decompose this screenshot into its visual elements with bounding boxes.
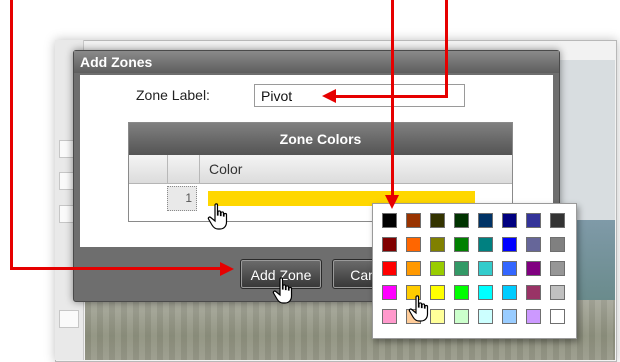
zone-label-caption: Zone Label: [136,87,210,103]
color-swatch[interactable] [406,261,421,276]
color-swatch[interactable] [454,309,469,324]
color-swatch[interactable] [430,237,445,252]
arrow-down-icon [385,195,399,209]
color-swatch[interactable] [478,285,493,300]
color-swatch[interactable] [478,237,493,252]
dialog-title[interactable]: Add Zones [74,51,559,73]
color-swatch[interactable] [454,261,469,276]
color-swatch[interactable] [526,309,541,324]
color-swatch[interactable] [382,237,397,252]
color-swatch[interactable] [550,285,565,300]
arrow-left-icon [322,89,336,103]
color-swatch[interactable] [382,213,397,228]
color-swatch[interactable] [478,309,493,324]
color-swatch[interactable] [526,237,541,252]
row-number: 1 [167,186,197,211]
color-picker-popup [372,203,577,339]
color-swatch[interactable] [382,285,397,300]
color-swatch[interactable] [478,261,493,276]
zone-colors-caption: Zone Colors [129,123,512,155]
annotation-arrow-line [391,0,394,196]
color-swatch[interactable] [502,285,517,300]
hand-pointer-icon [272,277,293,304]
color-swatch[interactable] [430,261,445,276]
color-swatch[interactable] [430,285,445,300]
color-swatch[interactable] [430,213,445,228]
annotation-arrow-line [10,0,13,269]
color-swatch[interactable] [406,237,421,252]
hand-pointer-icon [207,203,228,230]
color-column-header[interactable]: Color [209,161,242,177]
color-swatch[interactable] [550,261,565,276]
color-swatch[interactable] [502,309,517,324]
color-swatch[interactable] [502,213,517,228]
color-swatch[interactable] [550,237,565,252]
color-swatch[interactable] [550,213,565,228]
color-swatch[interactable] [526,213,541,228]
color-swatch[interactable] [454,213,469,228]
background-sidebar-box [59,310,79,328]
hand-pointer-icon [408,295,429,322]
color-swatch[interactable] [478,213,493,228]
color-swatch[interactable] [382,309,397,324]
annotation-arrow-line [445,0,448,98]
color-swatch[interactable] [502,261,517,276]
annotation-arrow-line [10,267,222,270]
color-swatch[interactable] [382,261,397,276]
color-swatch[interactable] [430,309,445,324]
color-swatch[interactable] [454,237,469,252]
arrow-right-icon [220,262,234,276]
color-swatch[interactable] [526,261,541,276]
color-swatch[interactable] [502,237,517,252]
color-swatch[interactable] [526,285,541,300]
color-swatch[interactable] [550,309,565,324]
table-header-row: Color [129,155,512,184]
color-swatch[interactable] [406,213,421,228]
color-swatch[interactable] [454,285,469,300]
